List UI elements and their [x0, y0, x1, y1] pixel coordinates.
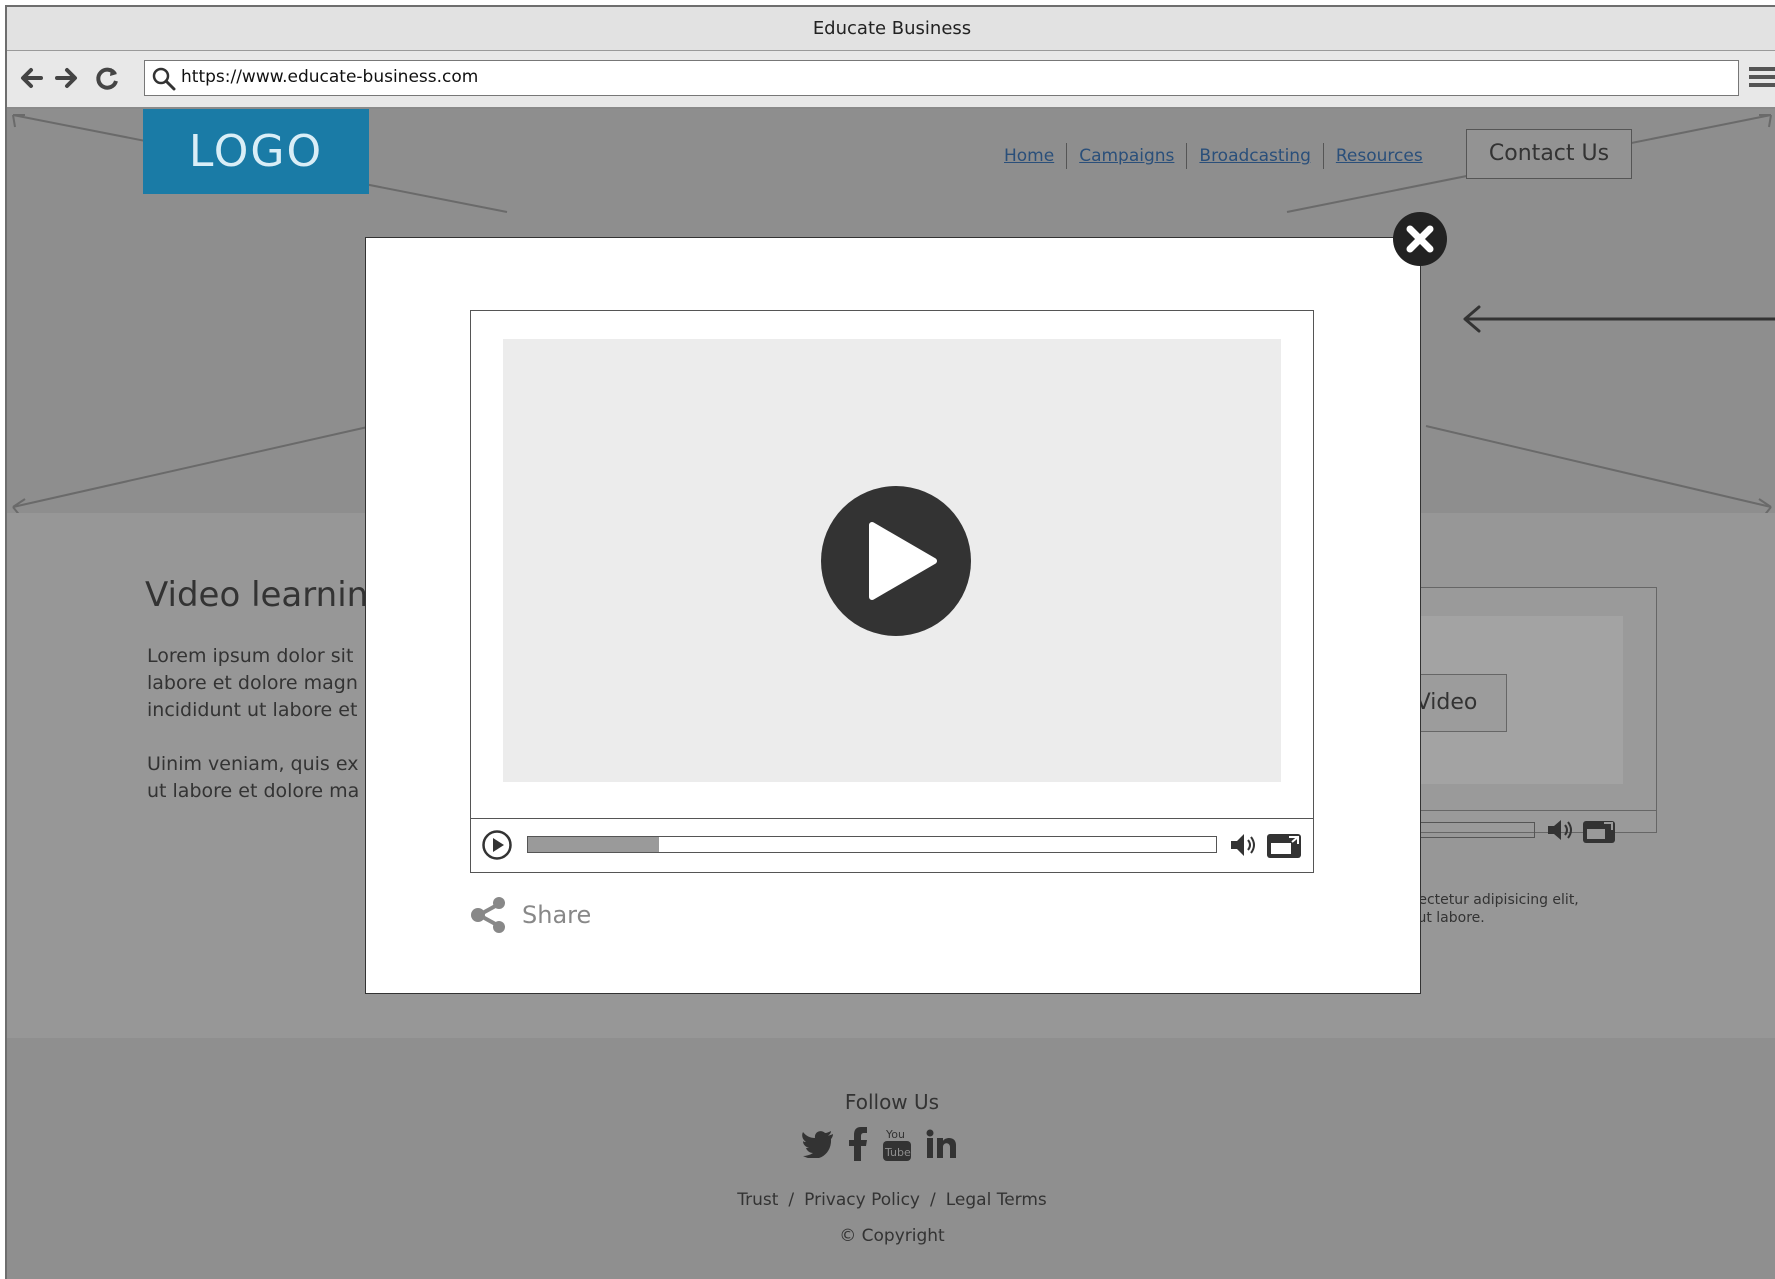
share-label: Share	[522, 901, 592, 929]
copyright-text: Copyright	[861, 1226, 945, 1246]
contact-us-button[interactable]: Contact Us	[1466, 129, 1632, 179]
footer-links: Trust / Privacy Policy / Legal Terms	[7, 1190, 1775, 1210]
player-controls	[471, 818, 1313, 872]
svg-text:You: You	[885, 1128, 905, 1141]
search-icon	[152, 67, 176, 95]
nav-broadcasting[interactable]: Broadcasting	[1187, 143, 1324, 169]
paragraph-line: labore et dolore magn	[147, 672, 358, 694]
legal-terms-link[interactable]: Legal Terms	[946, 1190, 1047, 1210]
fullscreen-icon[interactable]	[1582, 818, 1616, 848]
paragraph-2: Uinim veniam, quis ex ut labore et dolor…	[147, 751, 377, 805]
logo[interactable]: LOGO	[143, 109, 369, 194]
paragraph-line: Lorem ipsum dolor sit	[147, 645, 354, 667]
share-icon	[471, 897, 505, 933]
progress-fill	[528, 837, 659, 852]
nav-home[interactable]: Home	[992, 143, 1068, 169]
facebook-icon[interactable]	[848, 1127, 868, 1165]
reload-icon[interactable]	[91, 60, 123, 96]
browser-toolbar	[7, 51, 1775, 109]
video-screen[interactable]	[503, 339, 1281, 782]
svg-text:Tube: Tube	[884, 1146, 911, 1159]
fullscreen-icon[interactable]	[1266, 831, 1302, 859]
share-button[interactable]: Share	[470, 896, 591, 934]
progress-bar[interactable]	[527, 836, 1217, 853]
trust-link[interactable]: Trust	[737, 1190, 778, 1210]
left-arrow-icon	[1463, 305, 1775, 333]
nav-resources[interactable]: Resources	[1324, 143, 1435, 169]
close-icon[interactable]	[1392, 211, 1448, 267]
url-input[interactable]	[181, 63, 1721, 91]
separator: /	[930, 1190, 936, 1210]
main-nav: Home Campaigns Broadcasting Resources	[992, 139, 1435, 173]
footer: Follow Us You Tube Trust / Privacy Policy / L…	[7, 1038, 1775, 1279]
linkedin-icon[interactable]	[926, 1129, 958, 1163]
separator: /	[788, 1190, 795, 1210]
play-button-icon[interactable]	[482, 830, 512, 860]
forward-arrow-icon[interactable]	[51, 60, 83, 96]
social-links: You Tube	[802, 1126, 958, 1166]
volume-icon[interactable]	[1546, 817, 1576, 847]
paragraph-line: incididunt ut labore et	[147, 699, 358, 721]
paragraph-line: Uinim veniam, quis ex	[147, 753, 359, 775]
section-title: Video learnin	[145, 575, 369, 615]
twitter-icon[interactable]	[802, 1130, 834, 1162]
hamburger-menu-icon[interactable]	[1747, 63, 1775, 93]
follow-us-label: Follow Us	[844, 1090, 940, 1114]
video-modal: Share	[365, 237, 1421, 994]
youtube-icon[interactable]: You Tube	[882, 1126, 912, 1166]
copyright: © Copyright	[7, 1226, 1775, 1246]
privacy-policy-link[interactable]: Privacy Policy	[804, 1190, 920, 1210]
copyright-icon: ©	[839, 1226, 857, 1246]
paragraph-line: ut labore et dolore ma	[147, 780, 360, 802]
volume-icon[interactable]	[1229, 831, 1259, 859]
paragraph-1: Lorem ipsum dolor sit labore et dolore m…	[147, 643, 377, 724]
back-arrow-icon[interactable]	[15, 60, 47, 96]
window-title: Educate Business	[7, 7, 1775, 51]
video-player	[470, 310, 1314, 873]
nav-campaigns[interactable]: Campaigns	[1067, 143, 1188, 169]
play-icon[interactable]	[820, 485, 972, 637]
address-bar[interactable]	[144, 60, 1739, 96]
